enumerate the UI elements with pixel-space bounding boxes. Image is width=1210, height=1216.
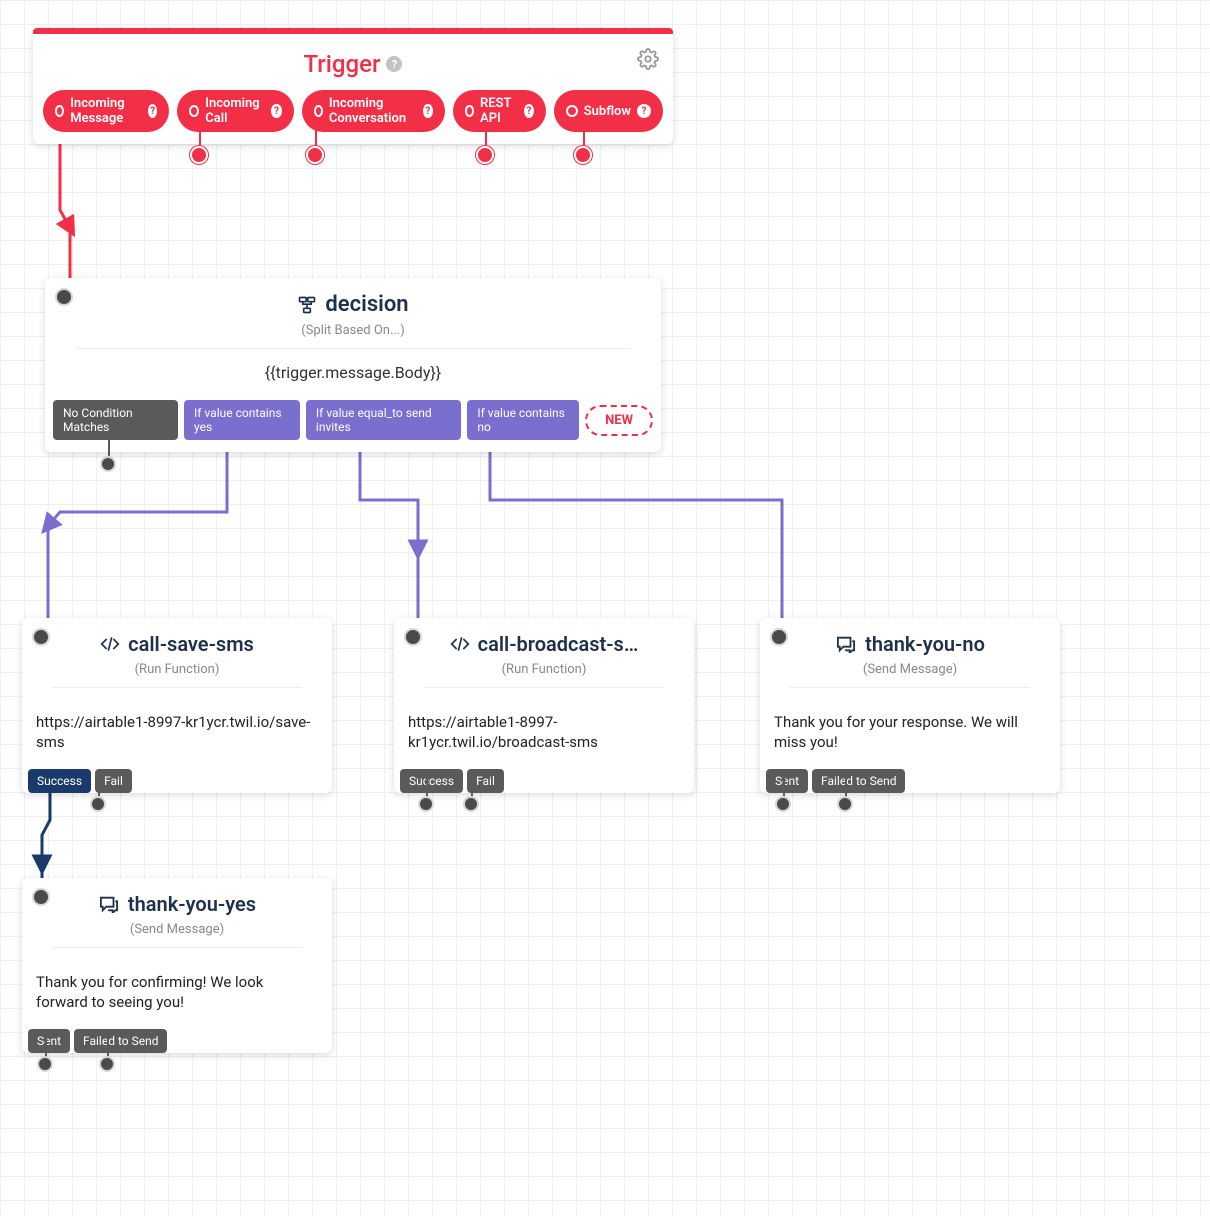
node-input-dot[interactable] bbox=[404, 628, 422, 646]
pill-label: Incoming Message bbox=[70, 96, 142, 126]
thank-no-body: Thank you for your response. We will mis… bbox=[760, 706, 1060, 769]
call-save-title: call-save-sms bbox=[40, 632, 314, 656]
trigger-title: Trigger ? bbox=[304, 50, 403, 78]
decision-widget[interactable]: decision (Split Based On...) {{trigger.m… bbox=[45, 278, 661, 452]
new-condition-button[interactable]: NEW bbox=[585, 405, 653, 436]
code-icon bbox=[450, 635, 470, 653]
thank-no-subtitle: (Send Message) bbox=[778, 662, 1042, 677]
call-broadcast-title: call-broadcast-s… bbox=[412, 632, 676, 656]
connector-endpoint[interactable] bbox=[100, 456, 116, 472]
thank-no-title: thank-you-no bbox=[778, 632, 1042, 656]
thank-yes-title: thank-you-yes bbox=[40, 892, 314, 916]
code-icon bbox=[100, 635, 120, 653]
connector-endpoint[interactable] bbox=[99, 1056, 115, 1072]
connector-stub bbox=[107, 1038, 109, 1058]
pill-label: Subflow bbox=[584, 104, 631, 119]
connector-stub bbox=[315, 120, 317, 148]
trigger-widget[interactable]: Trigger ? Incoming Message? Incoming Cal… bbox=[33, 28, 673, 144]
thank-you-no-widget[interactable]: thank-you-no (Send Message) Thank you fo… bbox=[760, 618, 1060, 793]
connector-endpoint[interactable] bbox=[775, 796, 791, 812]
connector-endpoint[interactable] bbox=[463, 796, 479, 812]
node-input-dot[interactable] bbox=[55, 288, 73, 306]
pill-incoming-message[interactable]: Incoming Message? bbox=[43, 90, 169, 132]
pill-incoming-call[interactable]: Incoming Call? bbox=[177, 90, 293, 132]
chip-no-match[interactable]: No Condition Matches bbox=[53, 400, 178, 440]
flow-canvas[interactable]: Trigger ? Incoming Message? Incoming Cal… bbox=[0, 0, 1210, 1216]
out-fail[interactable]: Fail bbox=[95, 769, 132, 793]
split-icon bbox=[297, 295, 317, 315]
decision-subtitle: (Split Based On...) bbox=[63, 323, 643, 338]
thank-no-title-text: thank-you-no bbox=[865, 632, 985, 656]
chip-equal-send[interactable]: If value equal_to send invites bbox=[306, 400, 461, 440]
connector-stub bbox=[98, 778, 100, 798]
connector-stub bbox=[485, 120, 487, 148]
chat-icon bbox=[98, 895, 120, 913]
out-success[interactable]: Success bbox=[28, 769, 91, 793]
call-save-subtitle: (Run Function) bbox=[40, 662, 314, 677]
connector-stub bbox=[426, 778, 428, 798]
call-save-body: https://airtable1-8997-kr1ycr.twil.io/sa… bbox=[22, 706, 332, 769]
thank-yes-body: Thank you for confirming! We look forwar… bbox=[22, 966, 332, 1029]
out-failed[interactable]: Failed to Send bbox=[812, 769, 905, 793]
connector-endpoint[interactable] bbox=[837, 796, 853, 812]
call-save-sms-widget[interactable]: call-save-sms (Run Function) https://air… bbox=[22, 618, 332, 793]
connector-stub bbox=[845, 778, 847, 798]
call-broadcast-body: https://airtable1-8997-kr1ycr.twil.io/br… bbox=[394, 706, 694, 769]
call-broadcast-subtitle: (Run Function) bbox=[412, 662, 676, 677]
connector-endpoint[interactable] bbox=[90, 796, 106, 812]
connector-endpoint[interactable] bbox=[418, 796, 434, 812]
connector-endpoint[interactable] bbox=[190, 146, 208, 164]
pill-subflow[interactable]: Subflow? bbox=[554, 90, 663, 132]
node-input-dot[interactable] bbox=[770, 628, 788, 646]
connector-stub bbox=[783, 778, 785, 798]
chat-icon bbox=[835, 635, 857, 653]
pill-label: Incoming Conversation bbox=[329, 96, 417, 126]
connector-endpoint[interactable] bbox=[574, 146, 592, 164]
help-icon[interactable]: ? bbox=[386, 56, 402, 72]
pill-incoming-conversation[interactable]: Incoming Conversation? bbox=[302, 90, 445, 132]
chip-contains-no[interactable]: If value contains no bbox=[467, 400, 579, 440]
out-success[interactable]: Success bbox=[400, 769, 463, 793]
decision-title: decision bbox=[63, 292, 643, 317]
decision-body: {{trigger.message.Body}} bbox=[63, 359, 643, 392]
node-input-dot[interactable] bbox=[32, 628, 50, 646]
pill-label: Incoming Call bbox=[205, 96, 265, 126]
call-save-title-text: call-save-sms bbox=[128, 632, 254, 656]
connector-stub bbox=[471, 778, 473, 798]
chip-contains-yes[interactable]: If value contains yes bbox=[184, 400, 300, 440]
thank-you-yes-widget[interactable]: thank-you-yes (Send Message) Thank you f… bbox=[22, 878, 332, 1053]
out-failed[interactable]: Failed to Send bbox=[74, 1029, 167, 1053]
connector-stub bbox=[45, 1038, 47, 1058]
settings-icon[interactable] bbox=[637, 48, 659, 70]
connector-stub bbox=[108, 438, 110, 458]
decision-title-text: decision bbox=[325, 292, 408, 317]
pill-rest-api[interactable]: REST API? bbox=[453, 90, 546, 132]
connector-endpoint[interactable] bbox=[37, 1056, 53, 1072]
connector-endpoint[interactable] bbox=[476, 146, 494, 164]
connector-stub bbox=[199, 120, 201, 148]
call-broadcast-title-text: call-broadcast-s… bbox=[478, 632, 639, 656]
call-broadcast-widget[interactable]: call-broadcast-s… (Run Function) https:/… bbox=[394, 618, 694, 793]
node-input-dot[interactable] bbox=[32, 888, 50, 906]
thank-yes-title-text: thank-you-yes bbox=[128, 892, 256, 916]
thank-yes-subtitle: (Send Message) bbox=[40, 922, 314, 937]
connector-stub bbox=[583, 120, 585, 148]
trigger-title-text: Trigger bbox=[304, 50, 381, 78]
connector-endpoint[interactable] bbox=[306, 146, 324, 164]
out-sent[interactable]: Sent bbox=[28, 1029, 70, 1053]
out-sent[interactable]: Sent bbox=[766, 769, 808, 793]
